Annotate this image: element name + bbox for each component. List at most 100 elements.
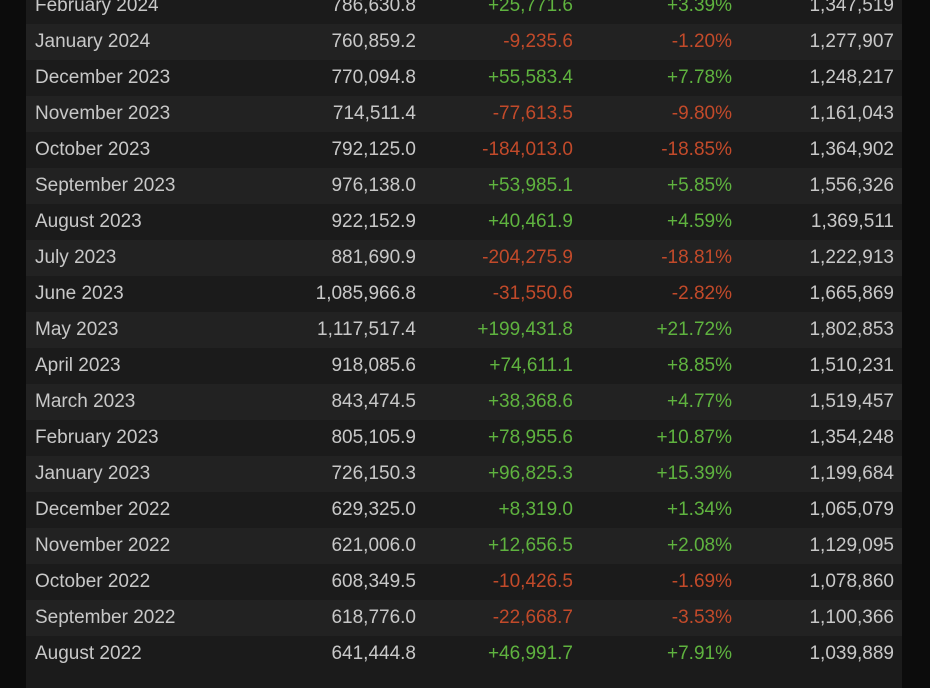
average-players-cell: 621,006.0: [331, 535, 416, 556]
month-cell: November 2022: [35, 535, 171, 556]
table-row: September 2022 618,776.0 -22,668.7 -3.53% 1,…: [26, 600, 902, 636]
average-players-cell: 922,152.9: [331, 211, 416, 232]
table-row: November 2023 714,511.4 -77,613.5 -9.80% 1,1…: [26, 96, 902, 132]
table-row: August 2023 922,152.9 +40,461.9 +4.59% 1,369…: [26, 204, 902, 240]
gain-cell: -184,013.0: [482, 139, 573, 160]
month-cell: July 2023: [35, 247, 117, 268]
peak-players-cell: 1,161,043: [809, 103, 894, 124]
peak-players-cell: 1,347,519: [809, 0, 894, 16]
table-row: June 2023 1,085,966.8 -31,550.6 -2.82% 1,665…: [26, 276, 902, 312]
average-players-cell: 786,630.8: [331, 0, 416, 16]
percent-gain-cell: -1.69%: [671, 571, 732, 592]
peak-players-cell: 1,510,231: [809, 355, 894, 376]
month-cell: September 2022: [35, 607, 176, 628]
gain-cell: +53,985.1: [487, 175, 573, 196]
average-players-cell: 805,105.9: [331, 427, 416, 448]
table-row: January 2023 726,150.3 +96,825.3 +15.39% 1,1…: [26, 456, 902, 492]
percent-gain-cell: +21.72%: [656, 319, 732, 340]
table-row: August 2022 641,444.8 +46,991.7 +7.91% 1,039…: [26, 636, 902, 672]
average-players-cell: 629,325.0: [331, 499, 416, 520]
percent-gain-cell: -3.53%: [671, 607, 732, 628]
month-cell: February 2023: [35, 427, 159, 448]
gain-cell: +12,656.5: [487, 535, 573, 556]
month-cell: October 2022: [35, 571, 151, 592]
percent-gain-cell: -1.20%: [671, 31, 732, 52]
peak-players-cell: 1,369,511: [810, 211, 894, 232]
average-players-cell: 760,859.2: [331, 31, 416, 52]
peak-players-cell: 1,802,853: [809, 319, 894, 340]
table-row: October 2022 608,349.5 -10,426.5 -1.69% 1,07…: [26, 564, 902, 600]
month-cell: March 2023: [35, 391, 136, 412]
peak-players-cell: 1,519,457: [809, 391, 894, 412]
average-players-cell: 1,117,517.4: [317, 319, 416, 340]
percent-gain-cell: +15.39%: [656, 463, 732, 484]
table-row: January 2024 760,859.2 -9,235.6 -1.20% 1,277…: [26, 24, 902, 60]
table-row: October 2023 792,125.0 -184,013.0 -18.85% 1,…: [26, 132, 902, 168]
table-row: May 2023 1,117,517.4 +199,431.8 +21.72% 1,80…: [26, 312, 902, 348]
gain-cell: +25,771.6: [487, 0, 573, 16]
percent-gain-cell: -18.81%: [661, 247, 732, 268]
average-players-cell: 881,690.9: [331, 247, 416, 268]
peak-players-cell: 1,277,907: [809, 31, 894, 52]
gain-cell: +8,319.0: [498, 499, 574, 520]
average-players-cell: 641,444.8: [331, 643, 416, 664]
table-body: February 2024 786,630.8 +25,771.6 +3.39% 1,3…: [26, 0, 902, 672]
month-cell: June 2023: [35, 283, 124, 304]
table-row: July 2023 881,690.9 -204,275.9 -18.81% 1,222…: [26, 240, 902, 276]
table-row: March 2023 843,474.5 +38,368.6 +4.77% 1,519,…: [26, 384, 902, 420]
table-row: February 2024 786,630.8 +25,771.6 +3.39% 1,3…: [26, 0, 902, 24]
table-row: September 2023 976,138.0 +53,985.1 +5.85% 1,…: [26, 168, 902, 204]
percent-gain-cell: +7.91%: [667, 643, 732, 664]
gain-cell: -10,426.5: [492, 571, 573, 592]
average-players-cell: 618,776.0: [331, 607, 416, 628]
peak-players-cell: 1,199,684: [809, 463, 894, 484]
month-cell: December 2023: [35, 67, 171, 88]
gain-cell: +96,825.3: [487, 463, 573, 484]
gain-cell: +40,461.9: [487, 211, 573, 232]
percent-gain-cell: +5.85%: [667, 175, 732, 196]
gain-cell: -9,235.6: [503, 31, 573, 52]
gain-cell: -204,275.9: [482, 247, 573, 268]
average-players-cell: 792,125.0: [331, 139, 416, 160]
peak-players-cell: 1,354,248: [809, 427, 894, 448]
peak-players-cell: 1,556,326: [809, 175, 894, 196]
average-players-cell: 918,085.6: [331, 355, 416, 376]
percent-gain-cell: -9.80%: [671, 103, 732, 124]
percent-gain-cell: +10.87%: [656, 427, 732, 448]
average-players-cell: 714,511.4: [332, 103, 416, 124]
percent-gain-cell: +4.59%: [667, 211, 732, 232]
month-cell: January 2023: [35, 463, 151, 484]
gain-cell: -77,613.5: [492, 103, 573, 124]
table-row: February 2023 805,105.9 +78,955.6 +10.87% 1,…: [26, 420, 902, 456]
peak-players-cell: 1,364,902: [809, 139, 894, 160]
gain-cell: +74,611.1: [489, 355, 573, 376]
peak-players-cell: 1,665,869: [809, 283, 894, 304]
percent-gain-cell: +8.85%: [667, 355, 732, 376]
average-players-cell: 976,138.0: [331, 175, 416, 196]
average-players-cell: 843,474.5: [331, 391, 416, 412]
table-row: December 2022 629,325.0 +8,319.0 +1.34% 1,06…: [26, 492, 902, 528]
gain-cell: +78,955.6: [487, 427, 573, 448]
gain-cell: +199,431.8: [477, 319, 573, 340]
average-players-cell: 770,094.8: [331, 67, 416, 88]
peak-players-cell: 1,065,079: [809, 499, 894, 520]
percent-gain-cell: +4.77%: [667, 391, 732, 412]
month-cell: August 2023: [35, 211, 142, 232]
month-cell: October 2023: [35, 139, 151, 160]
month-cell: April 2023: [35, 355, 121, 376]
peak-players-cell: 1,222,913: [809, 247, 894, 268]
table-row: April 2023 918,085.6 +74,611.1 +8.85% 1,510,…: [26, 348, 902, 384]
month-cell: January 2024: [35, 31, 151, 52]
peak-players-cell: 1,100,366: [809, 607, 894, 628]
gain-cell: -22,668.7: [492, 607, 573, 628]
table-row: November 2022 621,006.0 +12,656.5 +2.08% 1,1…: [26, 528, 902, 564]
gain-cell: +38,368.6: [487, 391, 573, 412]
average-players-cell: 608,349.5: [331, 571, 416, 592]
gain-cell: -31,550.6: [492, 283, 573, 304]
percent-gain-cell: +7.78%: [667, 67, 732, 88]
month-cell: November 2023: [35, 103, 171, 124]
month-cell: February 2024: [35, 0, 159, 16]
month-cell: September 2023: [35, 175, 176, 196]
percent-gain-cell: +1.34%: [667, 499, 732, 520]
peak-players-cell: 1,078,860: [809, 571, 894, 592]
